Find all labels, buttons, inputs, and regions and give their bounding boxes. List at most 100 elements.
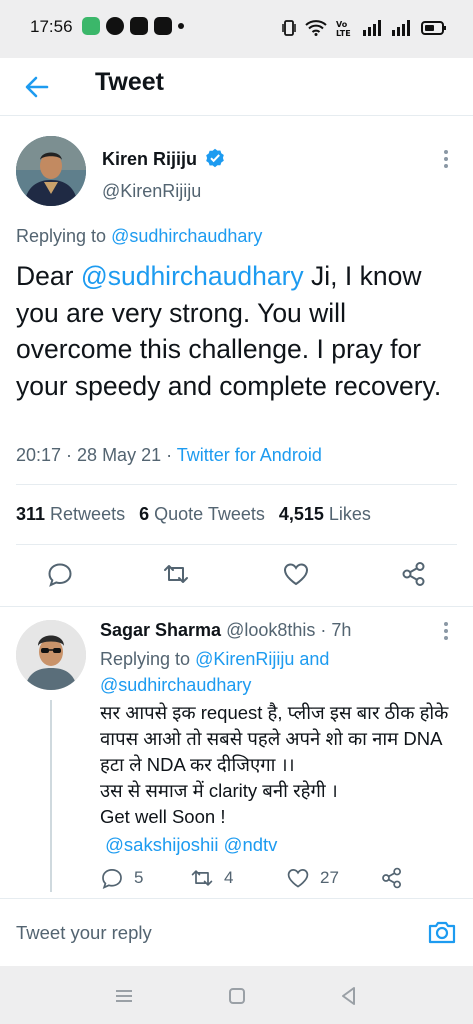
notification-icons (82, 17, 184, 35)
reply-share-button[interactable] (380, 866, 404, 890)
likes-count: 4,515 (278, 504, 324, 524)
retweet-button[interactable] (162, 560, 192, 590)
back-arrow-icon (25, 76, 49, 98)
retweet-icon (164, 565, 188, 583)
tweet-stats: 311 Retweets 6 Quote Tweets 4,515 Likes (16, 504, 385, 525)
camera-button[interactable] (427, 917, 457, 947)
reply-like-count: 27 (320, 868, 339, 887)
likes-stat[interactable]: 4,515 Likes (279, 504, 371, 525)
tweet-text-prefix: Dear (16, 261, 81, 291)
divider (16, 544, 457, 545)
tweet-timestamp: 20:17 · 28 May 21 · (16, 445, 177, 465)
retweets-count: 311 (16, 504, 46, 524)
reply-author-header[interactable]: Sagar Sharma @look8this · 7h (100, 620, 351, 641)
menu-icon (116, 990, 132, 1002)
reply-retweet-count: 4 (224, 868, 234, 887)
wifi-icon (305, 20, 327, 36)
reply-more-button[interactable] (436, 619, 456, 643)
signal-1-icon (363, 20, 381, 36)
more-vertical-icon (444, 622, 448, 640)
back-triangle-icon (342, 987, 355, 1005)
like-icon (283, 563, 309, 586)
tweet-more-button[interactable] (436, 147, 456, 171)
reply-author-name: Sagar Sharma (100, 620, 222, 640)
vibrate-icon (282, 20, 296, 36)
camera-icon (428, 921, 456, 944)
avatar-photo (16, 620, 86, 690)
svg-text:Vo: Vo (336, 20, 348, 29)
more-notifications-icon (178, 23, 184, 29)
divider (16, 484, 457, 485)
tweet-source-link[interactable]: Twitter for Android (177, 445, 322, 465)
reply-line-3: Get well Soon ! (100, 806, 226, 827)
top-app-bar: Tweet (0, 58, 473, 116)
divider (0, 606, 473, 607)
reply-composer (0, 898, 473, 966)
reply-reply-count: 5 (134, 868, 144, 887)
status-time: 17:56 (30, 17, 73, 36)
verified-badge-icon (206, 148, 224, 168)
tweet-text: Dear @sudhirchaudhary Ji, I know you are… (16, 258, 456, 404)
reply-button[interactable] (46, 560, 76, 590)
author-name[interactable]: Kiren Rijiju (102, 148, 225, 170)
author-avatar[interactable] (16, 136, 86, 206)
replying-to-link[interactable]: @sudhirchaudhary (111, 226, 262, 246)
camera-app-icon (130, 17, 148, 35)
reply-text: सर आपसे इक request है, प्लीज इस बार ठीक … (100, 700, 460, 858)
menu-nav-button[interactable] (112, 984, 136, 1008)
like-button[interactable] (282, 560, 312, 590)
share-icon (402, 562, 425, 586)
reply-replying-to: Replying to @KirenRijiju and @sudhirchau… (100, 646, 460, 698)
reply-mentions: @sakshijoshii @ndtv (100, 832, 460, 858)
author-handle[interactable]: @KirenRijiju (102, 181, 201, 202)
reply-input[interactable] (16, 917, 396, 949)
quote-tweets-stat[interactable]: 6 Quote Tweets (139, 504, 265, 525)
volte-icon: VoLTE (336, 20, 351, 37)
share-button[interactable] (400, 560, 430, 590)
like-icon (287, 868, 309, 888)
more-vertical-icon (444, 150, 448, 168)
reply-time: · 7h (315, 620, 352, 640)
avatar-photo (16, 136, 86, 206)
share-icon (382, 867, 401, 889)
author-name-text: Kiren Rijiju (102, 149, 198, 169)
system-icons: Vo LTE (282, 19, 447, 37)
back-button[interactable] (22, 72, 52, 102)
reply-replying-link-1[interactable]: @KirenRijiju (195, 649, 294, 669)
tweet-meta: 20:17 · 28 May 21 · Twitter for Android (16, 445, 322, 466)
page-title: Tweet (95, 68, 164, 96)
replying-to: Replying to @sudhirchaudhary (16, 226, 262, 247)
back-nav-button[interactable] (337, 984, 361, 1008)
reply-line-1: सर आपसे इक request है, प्लीज इस बार ठीक … (100, 702, 449, 775)
reply-line-2: उस से समाज में clarity बनी रहेगी । (100, 780, 338, 801)
reply-reply-button[interactable]: 5 (100, 866, 143, 890)
reply-mention-2[interactable]: @ndtv (224, 834, 278, 855)
signal-2-icon (392, 20, 410, 36)
reply-replying-prefix: Replying to (100, 649, 196, 669)
battery-icon (421, 21, 446, 35)
reply-mention-1[interactable]: @sakshijoshii (105, 834, 218, 855)
reply-icon (102, 868, 122, 890)
retweets-label: Retweets (45, 504, 126, 524)
home-nav-button[interactable] (225, 984, 249, 1008)
reply-retweet-button[interactable]: 4 (190, 866, 233, 890)
quotes-count: 6 (139, 504, 150, 524)
reply-author-avatar[interactable] (16, 620, 86, 690)
status-bar: 17:56 Vo LTE (0, 0, 473, 58)
reply-author-handle: @look8this (226, 620, 316, 640)
reply-replying-and: and (294, 649, 330, 669)
retweet-icon (191, 870, 213, 886)
tweet-mention-link[interactable]: @sudhirchaudhary (81, 261, 304, 291)
reply-icon (48, 563, 72, 587)
reply-like-button[interactable]: 27 (286, 866, 339, 890)
youtube-icon (154, 17, 172, 35)
thread-line (50, 700, 52, 892)
chat-app-icon (82, 17, 100, 35)
replying-prefix: Replying to (16, 226, 112, 246)
home-icon (229, 988, 245, 1004)
game-app-icon (106, 17, 124, 35)
retweets-stat[interactable]: 311 Retweets (16, 504, 125, 525)
likes-label: Likes (323, 504, 371, 524)
quotes-label: Quote Tweets (149, 504, 265, 524)
reply-replying-link-2[interactable]: @sudhirchaudhary (100, 675, 251, 695)
